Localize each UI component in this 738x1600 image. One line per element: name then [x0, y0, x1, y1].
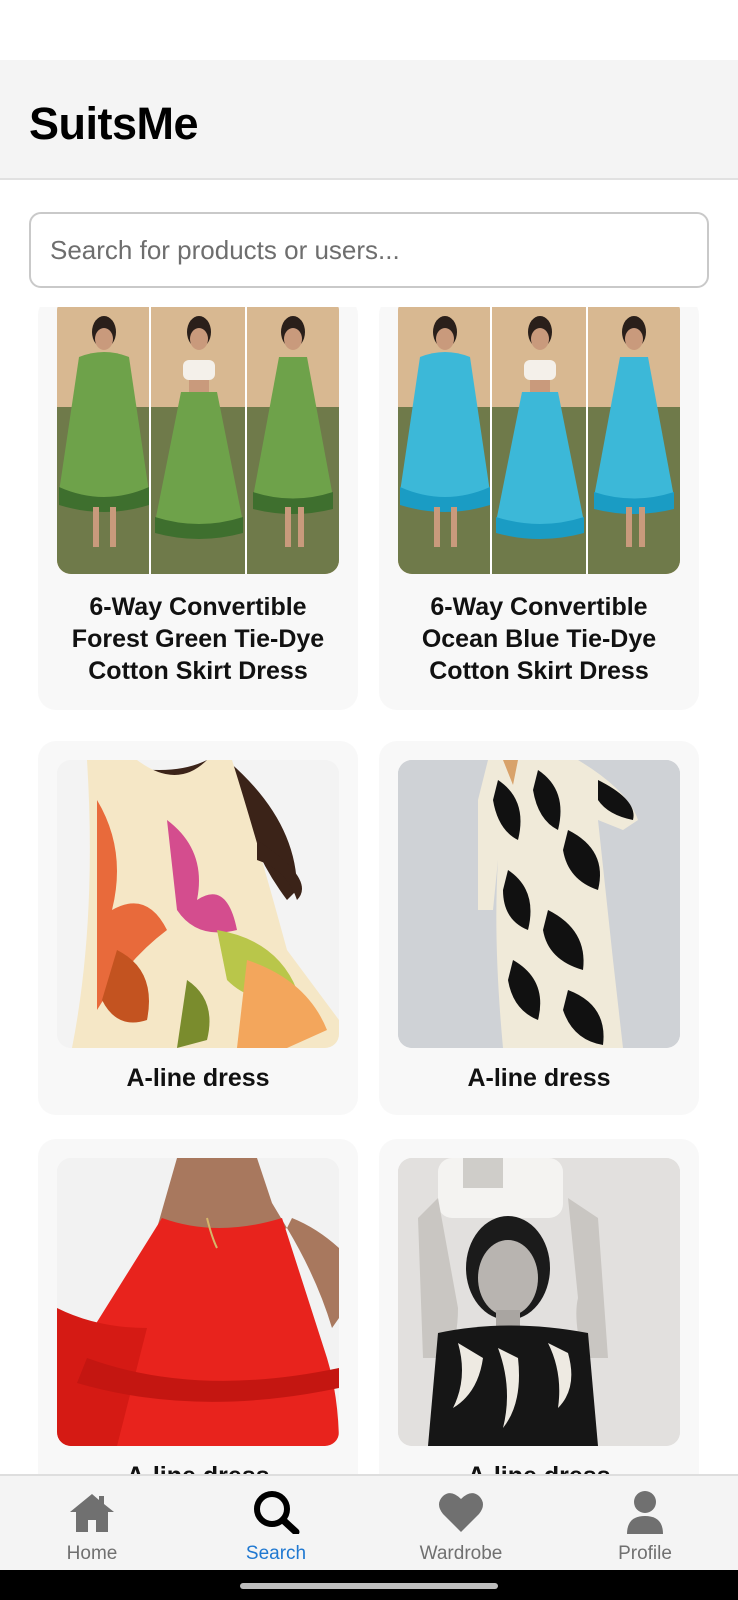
- product-image[interactable]: [398, 1158, 680, 1446]
- app-bar: SuitsMe: [0, 60, 738, 180]
- nav-search[interactable]: Search: [196, 1476, 356, 1572]
- heart-icon: [439, 1493, 483, 1532]
- product-card[interactable]: A-line dress: [379, 741, 699, 1115]
- product-photo: [398, 1158, 680, 1446]
- product-grid[interactable]: 6-Way Convertible Forest Green Tie-Dye C…: [0, 307, 738, 1474]
- nav-home-label: Home: [66, 1543, 118, 1564]
- app-title: SuitsMe: [29, 98, 199, 149]
- nav-wardrobe[interactable]: Wardrobe: [381, 1476, 541, 1572]
- product-photo: [398, 760, 680, 1048]
- product-card[interactable]: 6-Way Convertible Forest Green Tie-Dye C…: [38, 307, 358, 710]
- product-image[interactable]: [57, 1158, 339, 1446]
- product-image[interactable]: [57, 760, 339, 1048]
- search-input[interactable]: [31, 214, 707, 286]
- search-icon: [254, 1491, 300, 1534]
- nav-wardrobe-label: Wardrobe: [419, 1543, 503, 1564]
- product-title: A-line dress: [389, 1460, 689, 1474]
- product-photo: [398, 307, 680, 574]
- nav-home[interactable]: Home: [12, 1476, 172, 1572]
- product-image[interactable]: [398, 760, 680, 1048]
- home-indicator[interactable]: [240, 1583, 498, 1589]
- search-box[interactable]: [29, 212, 709, 288]
- product-title: A-line dress: [467, 1064, 611, 1092]
- product-photo: [57, 760, 339, 1048]
- product-title: 6-Way Convertible Forest Green Tie-Dye C…: [71, 593, 325, 685]
- user-icon: [627, 1491, 663, 1534]
- nav-profile-label: Profile: [618, 1543, 672, 1564]
- product-photo: [57, 1158, 339, 1446]
- product-card[interactable]: A-line dress: [379, 1139, 699, 1474]
- product-card[interactable]: A-line dress: [38, 741, 358, 1115]
- nav-search-label: Search: [245, 1543, 307, 1564]
- product-image[interactable]: [398, 307, 680, 574]
- product-card[interactable]: A-line dress: [38, 1139, 358, 1474]
- product-title: 6-Way Convertible Ocean Blue Tie-Dye Cot…: [421, 593, 657, 685]
- product-image[interactable]: [57, 307, 339, 574]
- product-title: A-line dress: [48, 1460, 348, 1474]
- home-icon: [70, 1494, 114, 1532]
- nav-profile[interactable]: Profile: [565, 1476, 725, 1572]
- product-photo: [57, 307, 339, 574]
- status-bar: [0, 0, 738, 60]
- product-title: A-line dress: [126, 1064, 270, 1092]
- product-card[interactable]: 6-Way Convertible Ocean Blue Tie-Dye Cot…: [379, 307, 699, 710]
- bottom-nav: Home Search Wardrobe Profile: [0, 1474, 738, 1570]
- gesture-bar: [0, 1570, 738, 1600]
